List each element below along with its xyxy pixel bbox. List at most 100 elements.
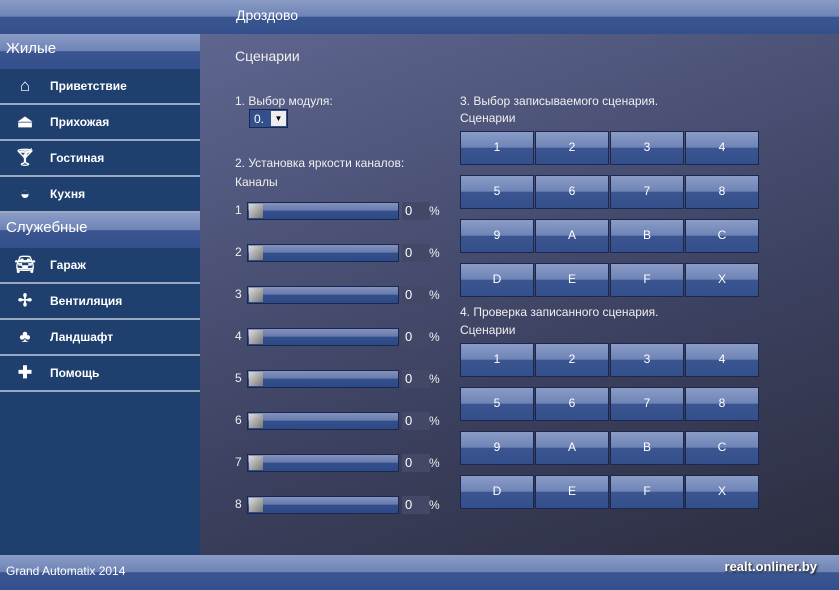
sidebar-item-label: Ландшафт <box>50 330 114 344</box>
section-label: Служебные <box>6 219 88 236</box>
check-scene-button[interactable]: 2 <box>535 343 609 377</box>
chevron-down-icon: ▼ <box>271 111 286 126</box>
header-bar: Дроздово <box>0 0 839 34</box>
hanger-icon: ⏏ <box>16 112 34 131</box>
check-scene-button[interactable]: X <box>685 475 759 509</box>
slider-thumb[interactable] <box>249 204 263 218</box>
bowl-icon: ◒ <box>19 184 31 203</box>
slider-thumb[interactable] <box>249 288 263 302</box>
sidebar-item[interactable]: ♣ Ландшафт <box>0 320 200 356</box>
channel-slider[interactable] <box>247 328 399 346</box>
slider-thumb[interactable] <box>249 246 263 260</box>
section-label: Жилые <box>6 40 57 57</box>
sidebar-item-label: Приветствие <box>50 79 127 93</box>
channels-label: Каналы <box>235 175 278 189</box>
channel-number: 5 <box>235 371 242 385</box>
record-scene-button[interactable]: 6 <box>535 175 609 209</box>
home-icon: ⌂ <box>19 76 31 95</box>
check-scene-button[interactable]: 3 <box>610 343 684 377</box>
sidebar-item[interactable]: 🍸︎ Гостиная <box>0 141 200 177</box>
watermark: realt.onliner.by <box>724 559 817 574</box>
record-scene-button[interactable]: F <box>610 263 684 297</box>
channel-number: 1 <box>235 203 242 217</box>
copyright: Grand Automatix 2014 <box>6 564 126 578</box>
channel-value: 0 <box>402 328 430 346</box>
sidebar-item[interactable]: ✢ Вентиляция <box>0 284 200 320</box>
channel-slider[interactable] <box>247 370 399 388</box>
percent-unit: % <box>429 330 440 344</box>
record-scene-button[interactable]: D <box>460 263 534 297</box>
check-scene-button[interactable]: A <box>535 431 609 465</box>
channel-slider[interactable] <box>247 454 399 472</box>
main-panel: Сценарии 1. Выбор модуля: 0. ▼ 2. Установ… <box>200 34 839 555</box>
channel-number: 3 <box>235 287 242 301</box>
sidebar-item[interactable]: ⌂ Приветствие <box>0 69 200 105</box>
record-scene-button[interactable]: C <box>685 219 759 253</box>
check-scene-button[interactable]: B <box>610 431 684 465</box>
channel-slider[interactable] <box>247 244 399 262</box>
check-scene-button[interactable]: 1 <box>460 343 534 377</box>
channel-slider[interactable] <box>247 286 399 304</box>
check-scene-button[interactable]: 5 <box>460 387 534 421</box>
help-cross-icon: ✚ <box>17 363 33 382</box>
sidebar-item[interactable]: ✚ Помощь <box>0 356 200 392</box>
record-scene-button[interactable]: X <box>685 263 759 297</box>
check-scene-button[interactable]: 7 <box>610 387 684 421</box>
record-scene-button[interactable]: B <box>610 219 684 253</box>
percent-unit: % <box>429 498 440 512</box>
channel-slider[interactable] <box>247 496 399 514</box>
channel-slider[interactable] <box>247 202 399 220</box>
check-scene-button[interactable]: F <box>610 475 684 509</box>
module-select[interactable]: 0. ▼ <box>249 109 288 128</box>
sidebar-item[interactable]: ◒ Кухня <box>0 177 200 213</box>
sidebar-item-label: Помощь <box>50 366 100 380</box>
channel-value: 0 <box>402 412 430 430</box>
cocktail-icon: 🍸︎ <box>14 148 36 167</box>
percent-unit: % <box>429 414 440 428</box>
check-sub: Сценарии <box>460 323 516 337</box>
channel-value: 0 <box>402 286 430 304</box>
record-sub: Сценарии <box>460 111 516 125</box>
slider-thumb[interactable] <box>249 414 263 428</box>
channel-value: 0 <box>402 496 430 514</box>
fan-icon: ✢ <box>17 291 33 310</box>
check-scene-button[interactable]: E <box>535 475 609 509</box>
record-scene-button[interactable]: 2 <box>535 131 609 165</box>
record-scene-button[interactable]: 8 <box>685 175 759 209</box>
record-scene-button[interactable]: 3 <box>610 131 684 165</box>
check-scene-button[interactable]: 8 <box>685 387 759 421</box>
sidebar-section: Жилые <box>0 34 200 69</box>
channel-value: 0 <box>402 244 430 262</box>
tree-icon: ♣ <box>19 327 31 346</box>
record-scene-button[interactable]: E <box>535 263 609 297</box>
slider-thumb[interactable] <box>249 372 263 386</box>
slider-thumb[interactable] <box>249 456 263 470</box>
channel-number: 7 <box>235 455 242 469</box>
slider-thumb[interactable] <box>249 498 263 512</box>
slider-thumb[interactable] <box>249 330 263 344</box>
check-scene-button[interactable]: 4 <box>685 343 759 377</box>
sidebar-item[interactable]: 🚘︎ Гараж <box>0 248 200 284</box>
brightness-label: 2. Установка яркости каналов: <box>235 156 405 170</box>
channel-slider[interactable] <box>247 412 399 430</box>
channel-number: 2 <box>235 245 242 259</box>
sidebar-item[interactable]: ⏏ Прихожая <box>0 105 200 141</box>
check-scene-button[interactable]: 9 <box>460 431 534 465</box>
record-scene-button[interactable]: A <box>535 219 609 253</box>
record-scene-button[interactable]: 7 <box>610 175 684 209</box>
check-scene-button[interactable]: D <box>460 475 534 509</box>
sidebar-item-label: Гараж <box>50 258 86 272</box>
record-scene-button[interactable]: 4 <box>685 131 759 165</box>
check-scene-button[interactable]: 6 <box>535 387 609 421</box>
sidebar-item-label: Прихожая <box>50 115 110 129</box>
record-scene-button[interactable]: 9 <box>460 219 534 253</box>
record-scene-button[interactable]: 5 <box>460 175 534 209</box>
record-label: 3. Выбор записываемого сценария. <box>460 94 659 108</box>
record-scene-button[interactable]: 1 <box>460 131 534 165</box>
percent-unit: % <box>429 288 440 302</box>
footer-bar: Grand Automatix 2014 realt.onliner.by <box>0 555 839 590</box>
sidebar-item-label: Гостиная <box>50 151 105 165</box>
location-title: Дроздово <box>236 7 299 23</box>
check-scene-button[interactable]: C <box>685 431 759 465</box>
percent-unit: % <box>429 246 440 260</box>
